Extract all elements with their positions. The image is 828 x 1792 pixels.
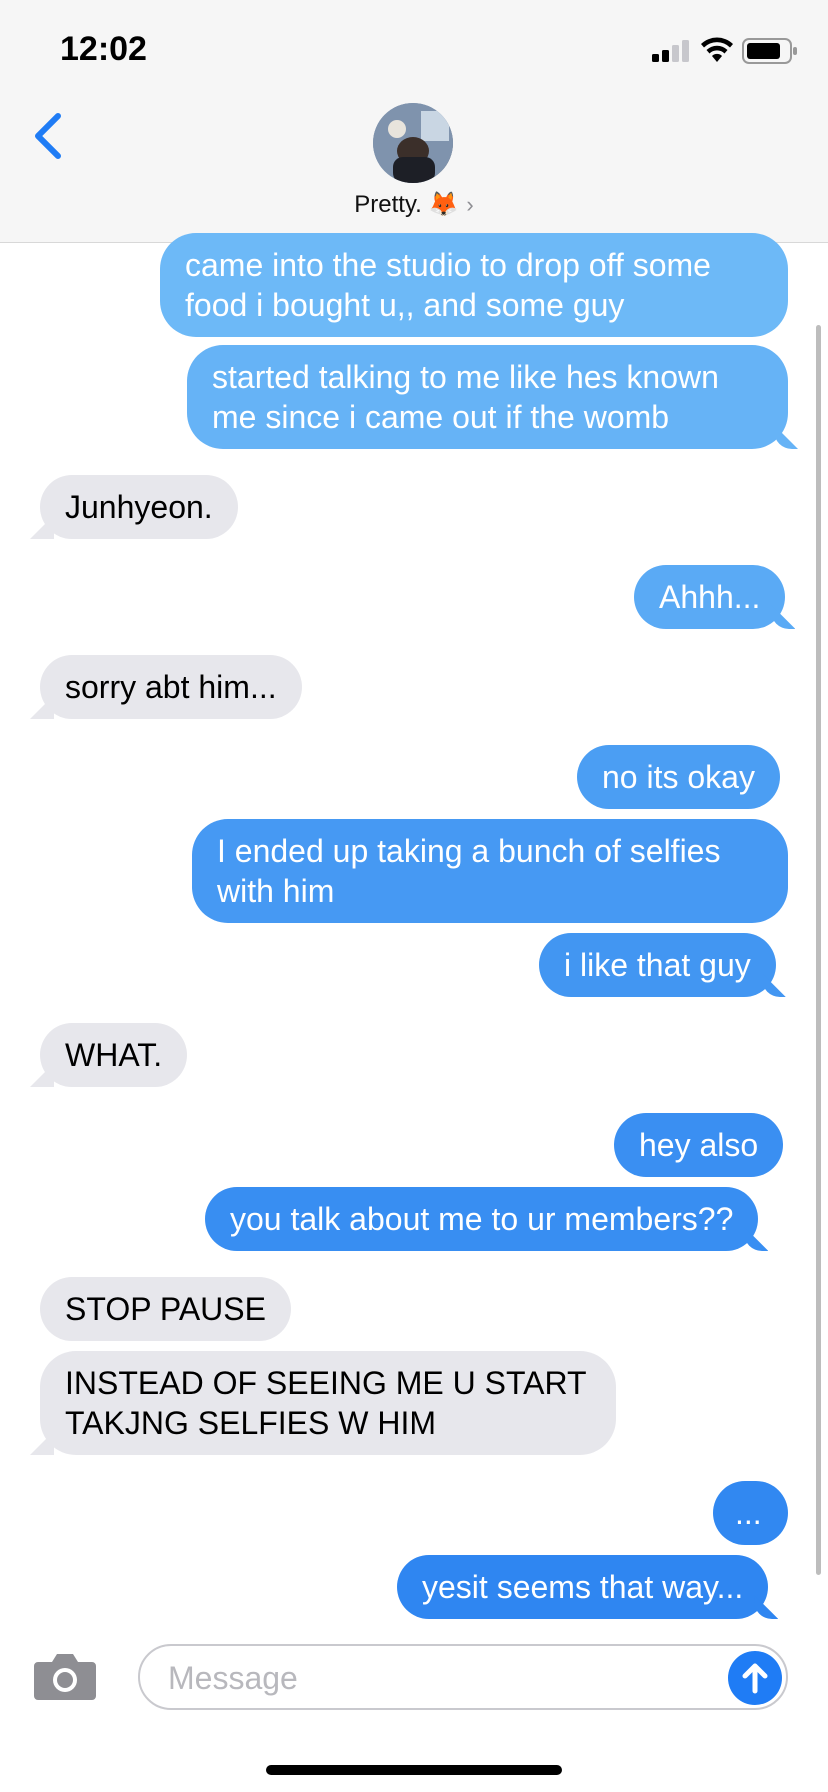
message-text: sorry abt him... bbox=[65, 669, 277, 705]
message-text: hey also bbox=[639, 1127, 759, 1163]
home-indicator[interactable] bbox=[266, 1765, 562, 1775]
message-bubble-outgoing[interactable]: started talking to me like hes known me … bbox=[187, 345, 788, 449]
message-text: INSTEAD OF SEEING ME U START TAKJNG SELF… bbox=[65, 1365, 586, 1441]
message-bubble-incoming[interactable]: INSTEAD OF SEEING ME U START TAKJNG SELF… bbox=[40, 1351, 616, 1455]
message-bubble-incoming[interactable]: STOP PAUSE bbox=[40, 1277, 291, 1341]
message-text: started talking to me like hes known me … bbox=[212, 359, 719, 435]
message-bubble-incoming[interactable]: Junhyeon. bbox=[40, 475, 238, 539]
back-chevron-icon[interactable] bbox=[30, 110, 66, 162]
message-input-placeholder: Message bbox=[168, 1660, 298, 1696]
battery-icon bbox=[742, 38, 797, 64]
camera-icon[interactable] bbox=[34, 1650, 96, 1700]
scroll-indicator[interactable] bbox=[816, 325, 821, 1575]
avatar-photo-icon bbox=[373, 103, 453, 183]
message-bubble-outgoing[interactable]: i like that guy bbox=[539, 933, 776, 997]
contact-name-label: Pretty. 🦊 bbox=[354, 191, 459, 218]
chevron-right-icon: › bbox=[466, 192, 474, 217]
message-bubble-outgoing[interactable]: I ended up taking a bunch of selfies wit… bbox=[192, 819, 788, 923]
message-text: came into the studio to drop off some fo… bbox=[185, 247, 711, 323]
message-bubble-outgoing[interactable]: came into the studio to drop off some fo… bbox=[160, 233, 788, 337]
message-text: you talk about me to ur members?? bbox=[230, 1201, 734, 1237]
message-bubble-outgoing[interactable]: you talk about me to ur members?? bbox=[205, 1187, 759, 1251]
message-text: ... bbox=[735, 1495, 762, 1531]
wifi-icon bbox=[701, 37, 733, 62]
message-bubble-outgoing[interactable]: no its okay bbox=[577, 745, 780, 809]
conversation-header: 12:02 Pretty. 🦊 › bbox=[0, 0, 828, 243]
message-bubble-incoming[interactable]: sorry abt him... bbox=[40, 655, 302, 719]
message-bubble-outgoing[interactable]: Ahhh... bbox=[634, 565, 786, 629]
status-time: 12:02 bbox=[60, 30, 147, 68]
message-bubble-outgoing[interactable]: hey also bbox=[614, 1113, 784, 1177]
message-text: STOP PAUSE bbox=[65, 1291, 266, 1327]
message-bubble-outgoing[interactable]: ... bbox=[713, 1481, 788, 1545]
message-text: I ended up taking a bunch of selfies wit… bbox=[217, 833, 721, 909]
message-input[interactable]: Message bbox=[138, 1644, 788, 1710]
message-text: WHAT. bbox=[65, 1037, 163, 1073]
cellular-signal-icon bbox=[652, 40, 689, 62]
message-text: yesit seems that way... bbox=[422, 1569, 744, 1605]
message-text: no its okay bbox=[602, 759, 755, 795]
send-button[interactable] bbox=[728, 1651, 782, 1705]
message-thread[interactable]: came into the studio to drop off some fo… bbox=[0, 233, 828, 1643]
message-text: Ahhh... bbox=[659, 579, 761, 615]
message-text: i like that guy bbox=[564, 947, 751, 983]
message-bubble-outgoing[interactable]: yesit seems that way... bbox=[397, 1555, 769, 1619]
message-text: Junhyeon. bbox=[65, 489, 213, 525]
contact-avatar[interactable] bbox=[373, 103, 453, 183]
arrow-up-icon bbox=[742, 1663, 768, 1694]
contact-name[interactable]: Pretty. 🦊 › bbox=[0, 190, 828, 219]
message-bubble-incoming[interactable]: WHAT. bbox=[40, 1023, 188, 1087]
